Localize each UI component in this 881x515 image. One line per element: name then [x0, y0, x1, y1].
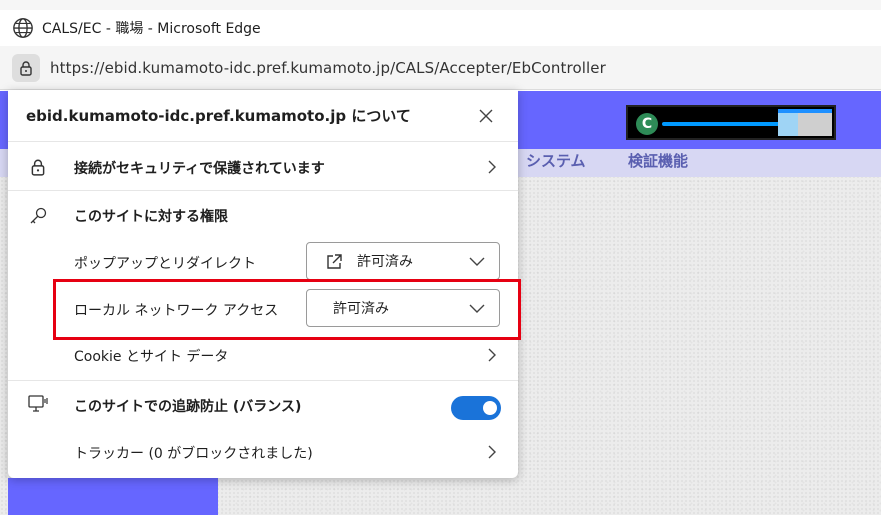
connection-text: 接続がセキュリティで保護されています	[74, 161, 325, 177]
logo-line	[662, 122, 792, 126]
logo-mark-icon: C	[636, 113, 658, 135]
address-bar: https://ebid.kumamoto-idc.pref.kumamoto.…	[0, 46, 881, 90]
site-logo: C	[626, 105, 836, 140]
chevron-right-icon	[484, 347, 500, 363]
menu-item-verification[interactable]: 検証機能	[628, 150, 688, 171]
close-button[interactable]	[472, 102, 500, 130]
external-link-icon	[327, 254, 342, 269]
highlight-box	[53, 279, 521, 340]
title-bar: CALS/EC - 職場 - Microsoft Edge	[0, 10, 881, 46]
chevron-right-icon	[484, 444, 500, 460]
tracking-row: このサイトでの追跡防止 (バランス)	[8, 386, 518, 426]
close-icon	[479, 109, 493, 122]
popups-value: 許可済み	[357, 254, 413, 270]
site-info-button[interactable]	[12, 53, 40, 82]
chevron-down-icon	[469, 257, 485, 266]
cookies-text: Cookie とサイト データ	[74, 349, 229, 365]
permissions-heading: このサイトに対する権限	[74, 209, 228, 225]
toggle-knob	[483, 401, 497, 415]
tracking-prevention-icon	[26, 392, 50, 416]
popup-header: ebid.kumamoto-idc.pref.kumamoto.jp について	[8, 90, 518, 142]
popup-title: ebid.kumamoto-idc.pref.kumamoto.jp について	[26, 107, 411, 125]
trackers-row[interactable]: トラッカー (0 がブロックされました)	[8, 432, 518, 472]
url-text[interactable]: https://ebid.kumamoto-idc.pref.kumamoto.…	[50, 59, 606, 77]
tracking-label: このサイトでの追跡防止 (バランス)	[74, 399, 302, 415]
page-left-block	[8, 478, 218, 515]
logo-panel	[778, 109, 832, 136]
menu-item-system[interactable]: システム	[526, 150, 586, 171]
chevron-right-icon	[484, 159, 500, 175]
globe-icon	[13, 18, 33, 38]
key-icon	[26, 204, 50, 228]
popups-select[interactable]: 許可済み	[306, 242, 500, 280]
trackers-text: トラッカー (0 がブロックされました)	[74, 446, 313, 462]
divider	[8, 190, 518, 191]
lock-icon	[20, 60, 32, 76]
lock-icon	[26, 155, 50, 179]
connection-row[interactable]: 接続がセキュリティで保護されています	[8, 143, 518, 191]
divider	[8, 380, 518, 381]
popups-label: ポップアップとリダイレクト	[74, 256, 256, 272]
permissions-heading-row: このサイトに対する権限	[8, 198, 518, 234]
window-title: CALS/EC - 職場 - Microsoft Edge	[42, 21, 261, 37]
cookies-row[interactable]: Cookie とサイト データ	[8, 336, 518, 374]
tracking-toggle[interactable]	[451, 396, 501, 420]
